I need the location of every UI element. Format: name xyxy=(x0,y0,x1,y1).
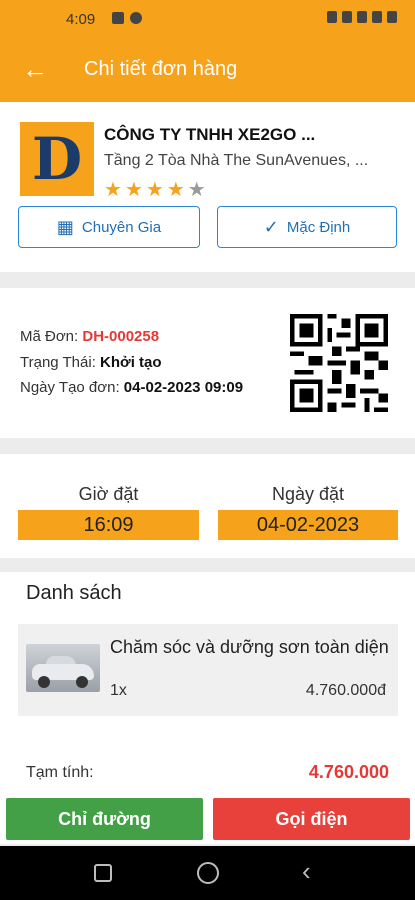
list-title: Danh sách xyxy=(26,582,122,604)
back-arrow-icon[interactable]: ← xyxy=(18,52,52,86)
booking-card: Giờ đặt 16:09 Ngày đặt 04-02-2023 xyxy=(0,454,415,558)
status-right-icons xyxy=(327,11,397,23)
booking-date[interactable]: 04-02-2023 xyxy=(218,510,398,540)
system-nav-bar: ‹ xyxy=(0,846,415,900)
order-created: 04-02-2023 09:09 xyxy=(123,379,244,396)
service-list-card: Danh sách Chăm sóc và dưỡng sơn toàn diệ… xyxy=(0,572,415,798)
app-icon xyxy=(130,12,142,24)
order-status-row: Trạng Thái: Khởi tạo xyxy=(20,354,162,371)
call-button[interactable]: Gọi điện xyxy=(213,798,410,840)
shop-address: Tầng 2 Tòa Nhà The SunAvenues, ... xyxy=(104,152,369,169)
car-image xyxy=(26,644,100,692)
subtotal-label: Tạm tính: xyxy=(26,764,94,781)
default-button[interactable]: ✓ Mặc Định xyxy=(217,206,397,248)
signal-icon-2 xyxy=(357,11,367,23)
store-icon: ▦ xyxy=(56,216,74,237)
order-created-row: Ngày Tạo đơn: 04-02-2023 09:09 xyxy=(20,379,243,396)
shop-name: CÔNG TY TNHH XE2GO ... xyxy=(104,125,316,144)
vibrate-icon xyxy=(327,11,337,23)
list-item[interactable]: Chăm sóc và dưỡng sơn toàn diện 1x 4.760… xyxy=(18,624,398,716)
home-icon[interactable] xyxy=(197,862,219,884)
order-code: DH-000258 xyxy=(82,328,160,345)
app-bar: ← Chi tiết đơn hàng xyxy=(0,38,415,102)
shop-logo-mark: D xyxy=(31,125,83,193)
order-status: Khởi tạo xyxy=(100,354,162,371)
item-quantity: 1x xyxy=(110,682,127,699)
default-button-label: Mặc Định xyxy=(286,218,351,236)
order-code-row: Mã Đơn: DH-000258 xyxy=(20,328,159,345)
subtotal-value: 4.760.000 xyxy=(308,762,389,782)
expert-button-label: Chuyên Gia xyxy=(81,218,162,236)
image-icon xyxy=(112,12,124,24)
recent-apps-icon[interactable] xyxy=(94,864,112,882)
order-code-label: Mã Đơn: xyxy=(20,328,79,345)
order-status-label: Trạng Thái: xyxy=(20,354,96,371)
expert-button[interactable]: ▦ Chuyên Gia xyxy=(18,206,200,248)
shop-rating: ★ ★ ★ ★ ★ xyxy=(104,177,206,202)
item-price: 4.760.000đ xyxy=(305,682,386,699)
status-time: 4:09 xyxy=(66,11,96,28)
battery-icon xyxy=(387,11,397,23)
booking-time-label: Giờ đặt xyxy=(78,484,139,504)
back-icon[interactable]: ‹ xyxy=(302,856,324,886)
star-half-icon: ★ xyxy=(187,179,206,201)
status-bar: 4:09 xyxy=(0,0,415,38)
booking-date-label: Ngày đặt xyxy=(271,484,345,504)
directions-button[interactable]: Chỉ đường xyxy=(6,798,203,840)
shop-logo: D xyxy=(20,122,94,196)
status-left-icons xyxy=(112,12,142,24)
star-icon: ★ xyxy=(145,179,164,201)
order-info-card: Mã Đơn: DH-000258 Trạng Thái: Khởi tạo N… xyxy=(0,288,415,438)
qr-code xyxy=(290,314,388,412)
star-icon: ★ xyxy=(104,179,122,201)
star-icon: ★ xyxy=(124,179,143,201)
shop-card: D CÔNG TY TNHH XE2GO ... Tầng 2 Tòa Nhà … xyxy=(0,102,415,272)
order-created-label: Ngày Tạo đơn: xyxy=(20,379,120,396)
page-title: Chi tiết đơn hàng xyxy=(84,58,238,80)
item-name: Chăm sóc và dưỡng sơn toàn diện xyxy=(110,637,389,657)
booking-time[interactable]: 16:09 xyxy=(18,510,199,540)
signal-icon xyxy=(342,11,352,23)
bottom-action-bar: Chỉ đường Gọi điện xyxy=(0,796,415,844)
wifi-icon xyxy=(372,11,382,23)
check-icon: ✓ xyxy=(263,216,279,237)
star-icon: ★ xyxy=(166,179,185,201)
